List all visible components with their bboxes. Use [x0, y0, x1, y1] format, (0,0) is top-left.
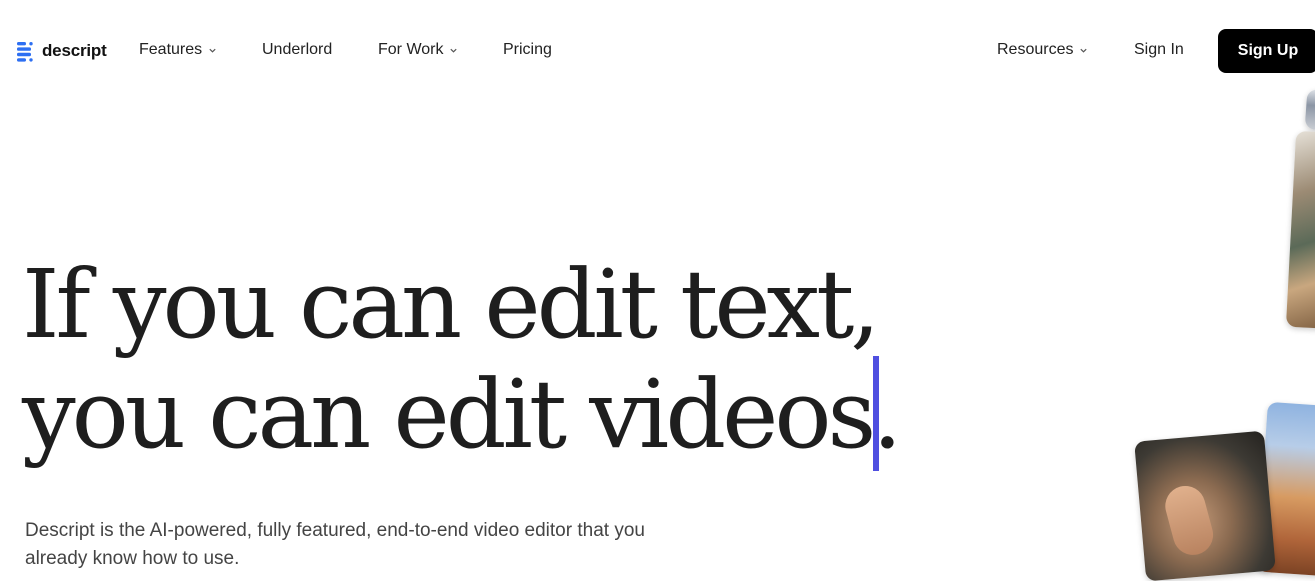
nav-for-work[interactable]: For Work	[378, 41, 458, 59]
sign-in-link[interactable]: Sign In	[1134, 41, 1184, 59]
text-caret	[873, 356, 879, 471]
chevron-down-icon	[1080, 48, 1088, 53]
sign-in-label: Sign In	[1134, 41, 1184, 58]
hero-subtext: Descript is the AI-powered, fully featur…	[25, 520, 645, 569]
top-nav: descript Features Underlord For Work Pri…	[0, 0, 1315, 102]
nav-features-label: Features	[139, 41, 203, 58]
nav-for-work-label: For Work	[378, 41, 444, 58]
hero-headline-line-2: you can edit videos.	[22, 360, 902, 470]
hand-image	[1160, 481, 1218, 560]
nav-features[interactable]: Features	[139, 41, 217, 59]
nav-underlord-label: Underlord	[262, 41, 333, 58]
nav-resources-label: Resources	[997, 41, 1074, 58]
descript-logo-icon	[17, 42, 33, 62]
nav-pricing[interactable]: Pricing	[503, 41, 552, 59]
video-thumbnail	[1134, 430, 1276, 581]
nav-resources[interactable]: Resources	[997, 41, 1088, 59]
descript-logo[interactable]: descript	[16, 40, 107, 62]
hero-headline-line-1: If you can edit text,	[22, 250, 880, 360]
sign-up-button[interactable]: Sign Up	[1218, 29, 1315, 73]
nav-underlord[interactable]: Underlord	[262, 41, 332, 59]
hero-headline: If you can edit text, you can edit video…	[22, 250, 902, 470]
video-thumbnail	[1285, 130, 1315, 330]
chevron-down-icon	[209, 48, 216, 53]
chevron-down-icon	[450, 48, 458, 53]
brand-name: descript	[42, 41, 107, 60]
nav-pricing-label: Pricing	[503, 41, 552, 58]
